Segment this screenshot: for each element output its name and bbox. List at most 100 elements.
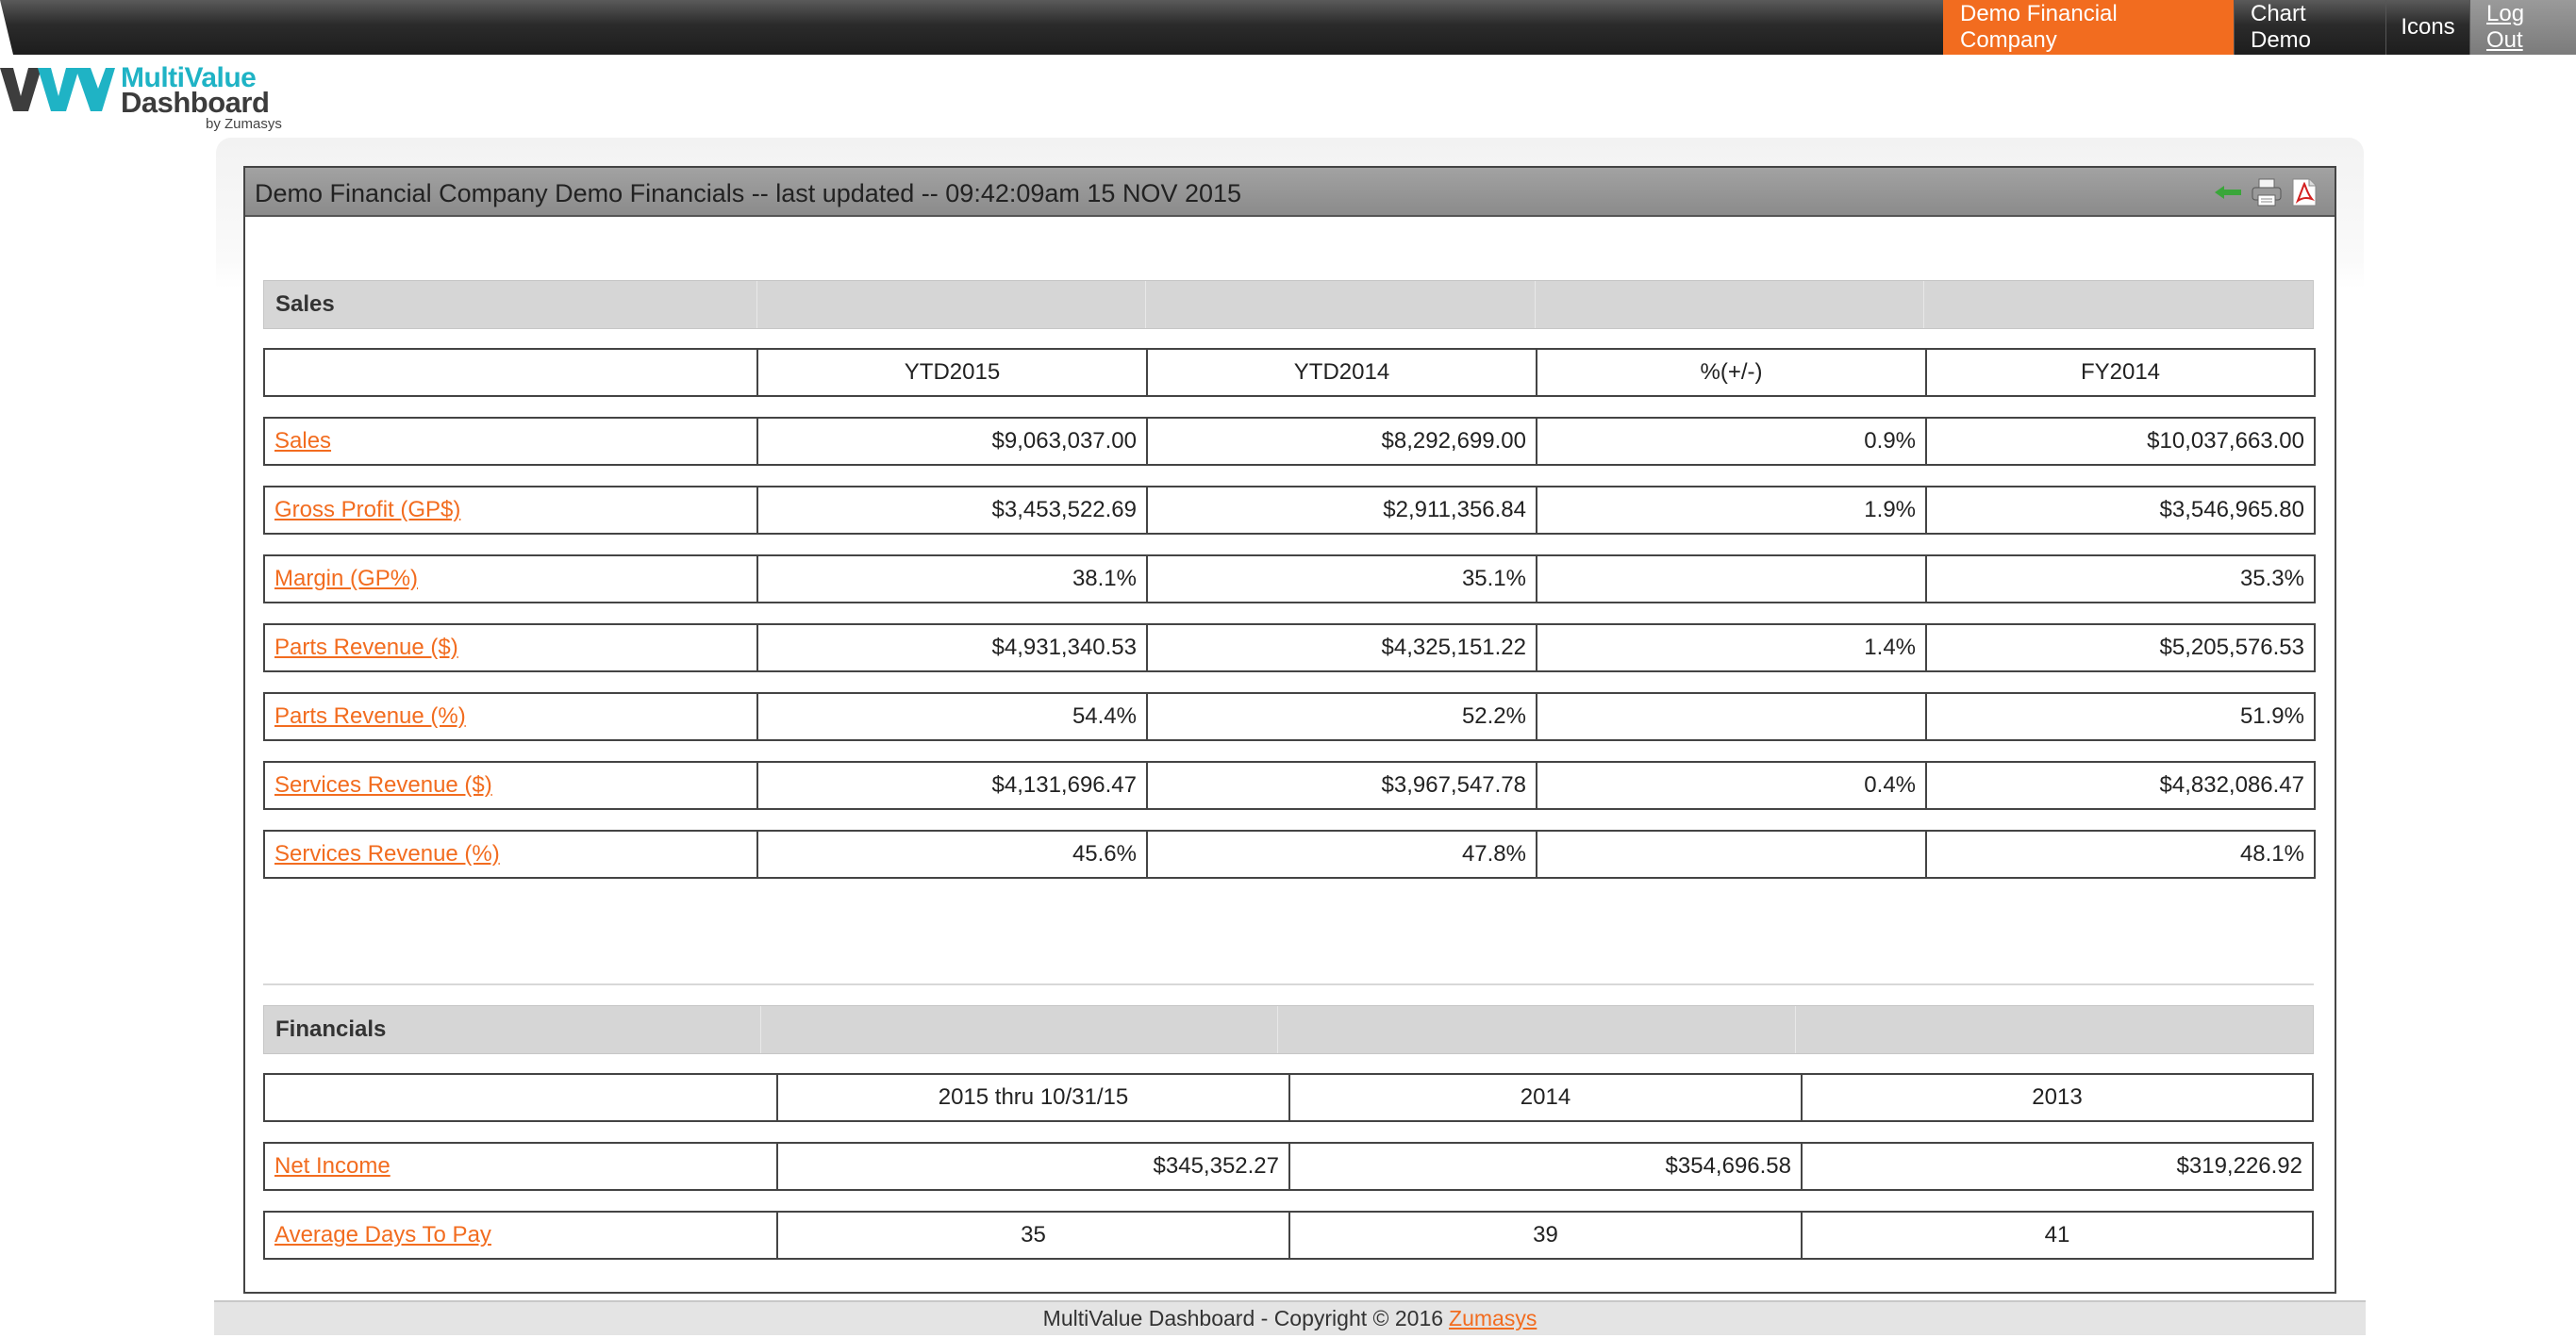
column-header-blank	[263, 348, 758, 397]
value-ytd2014: 52.2%	[1146, 692, 1537, 741]
value-ytd2015: 38.1%	[756, 554, 1148, 603]
nav-chart-demo[interactable]: Chart Demo	[2234, 0, 2385, 55]
row-label-cell: Sales	[263, 417, 758, 466]
value-fy2014: 48.1%	[1925, 830, 2316, 879]
value-ytd2015: 45.6%	[756, 830, 1148, 879]
parts-revenue-percent-link[interactable]: Parts Revenue (%)	[274, 703, 466, 730]
row-label-cell: Net Income	[263, 1142, 778, 1191]
value-2014: 39	[1288, 1211, 1803, 1260]
value-2013: $319,226.92	[1801, 1142, 2314, 1191]
value-ytd2015: $4,131,696.47	[756, 761, 1148, 810]
value-pct-change: 1.9%	[1536, 486, 1927, 535]
services-revenue-percent-link[interactable]: Services Revenue (%)	[274, 841, 500, 867]
page-footer: MultiValue Dashboard - Copyright © 2016 …	[214, 1300, 2366, 1335]
nav-icons[interactable]: Icons	[2385, 0, 2469, 55]
column-header-2013: 2013	[1801, 1073, 2314, 1122]
table-row: Average Days To Pay 35 39 41	[263, 1211, 2314, 1260]
table-row: Net Income $345,352.27 $354,696.58 $319,…	[263, 1142, 2314, 1191]
services-revenue-dollars-link[interactable]: Services Revenue ($)	[274, 772, 492, 799]
logo-subtitle: Dashboard	[121, 86, 270, 119]
table-row: Gross Profit (GP$) $3,453,522.69 $2,911,…	[263, 486, 2316, 535]
value-ytd2015: 54.4%	[756, 692, 1148, 741]
card-title: Demo Financial Company Demo Financials -…	[255, 179, 1242, 207]
row-label-cell: Gross Profit (GP$)	[263, 486, 758, 535]
value-ytd2015: $4,931,340.53	[756, 623, 1148, 672]
row-label-cell: Services Revenue ($)	[263, 761, 758, 810]
sales-header-blank	[1924, 281, 2313, 328]
value-ytd2014: $4,325,151.22	[1146, 623, 1537, 672]
financials-section-header: Financials	[263, 1005, 2314, 1054]
value-ytd2014: 35.1%	[1146, 554, 1537, 603]
app-logo[interactable]: MultiValue Dashboard by Zumasys	[0, 64, 292, 134]
footer-zumasys-link[interactable]: Zumasys	[1449, 1306, 1537, 1331]
sales-link[interactable]: Sales	[274, 428, 331, 454]
value-pct-change: 0.4%	[1536, 761, 1927, 810]
column-header-ytd2014: YTD2014	[1146, 348, 1537, 397]
parts-revenue-dollars-link[interactable]: Parts Revenue ($)	[274, 635, 458, 661]
value-2013: 41	[1801, 1211, 2314, 1260]
value-ytd2014: $3,967,547.78	[1146, 761, 1537, 810]
value-fy2014: $4,832,086.47	[1925, 761, 2316, 810]
column-header-2014: 2014	[1288, 1073, 1803, 1122]
nav-demo-financial-company[interactable]: Demo Financial Company	[1943, 0, 2234, 55]
table-row: Parts Revenue ($) $4,931,340.53 $4,325,1…	[263, 623, 2316, 672]
table-row: Sales $9,063,037.00 $8,292,699.00 0.9% $…	[263, 417, 2316, 466]
financials-header-blank	[761, 1006, 1279, 1053]
value-ytd2014: $2,911,356.84	[1146, 486, 1537, 535]
row-label-cell: Parts Revenue (%)	[263, 692, 758, 741]
value-pct-change: 0.9%	[1536, 417, 1927, 466]
value-fy2014: $10,037,663.00	[1925, 417, 2316, 466]
table-row: Parts Revenue (%) 54.4% 52.2% 51.9%	[263, 692, 2316, 741]
value-fy2014: 35.3%	[1925, 554, 2316, 603]
logo-byline: by Zumasys	[206, 116, 282, 132]
value-ytd2015: $3,453,522.69	[756, 486, 1148, 535]
card-header-actions	[2214, 177, 2319, 207]
back-arrow-icon[interactable]	[2214, 177, 2244, 207]
table-row: Services Revenue (%) 45.6% 47.8% 48.1%	[263, 830, 2316, 879]
section-divider	[263, 983, 2314, 985]
column-header-blank	[263, 1073, 778, 1122]
nav-log-out[interactable]: Log Out	[2469, 0, 2576, 55]
print-icon[interactable]	[2252, 177, 2282, 207]
value-pct-change: 1.4%	[1536, 623, 1927, 672]
card-header: Demo Financial Company Demo Financials -…	[245, 168, 2335, 217]
table-row: Services Revenue ($) $4,131,696.47 $3,96…	[263, 761, 2316, 810]
value-pct-change	[1536, 554, 1927, 603]
main-nav: Demo Financial Company Chart Demo Icons …	[1943, 0, 2576, 55]
value-pct-change	[1536, 830, 1927, 879]
nav-corner-decoration	[0, 0, 13, 55]
sales-section-title: Sales	[264, 281, 757, 328]
margin-link[interactable]: Margin (GP%)	[274, 566, 418, 592]
sales-header-blank	[757, 281, 1147, 328]
top-nav-bar: Demo Financial Company Chart Demo Icons …	[0, 0, 2576, 55]
sales-header-blank	[1146, 281, 1536, 328]
financials-header-blank	[1278, 1006, 1796, 1053]
pdf-icon[interactable]	[2289, 177, 2319, 207]
value-ytd2015: $9,063,037.00	[756, 417, 1148, 466]
value-2014: $354,696.58	[1288, 1142, 1803, 1191]
mv-logo-mark-icon	[0, 68, 115, 111]
value-fy2014: $5,205,576.53	[1925, 623, 2316, 672]
row-label-cell: Average Days To Pay	[263, 1211, 778, 1260]
sales-header-blank	[1536, 281, 1925, 328]
column-header-2015-thru: 2015 thru 10/31/15	[776, 1073, 1290, 1122]
financials-section-title: Financials	[264, 1006, 761, 1053]
gross-profit-link[interactable]: Gross Profit (GP$)	[274, 497, 460, 523]
financials-header-blank	[1796, 1006, 2314, 1053]
table-row: Margin (GP%) 38.1% 35.1% 35.3%	[263, 554, 2316, 603]
column-header-ytd2015: YTD2015	[756, 348, 1148, 397]
row-label-cell: Parts Revenue ($)	[263, 623, 758, 672]
value-fy2014: $3,546,965.80	[1925, 486, 2316, 535]
column-header-fy2014: FY2014	[1925, 348, 2316, 397]
value-pct-change	[1536, 692, 1927, 741]
row-label-cell: Margin (GP%)	[263, 554, 758, 603]
net-income-link[interactable]: Net Income	[274, 1153, 391, 1180]
value-fy2014: 51.9%	[1925, 692, 2316, 741]
value-2015: 35	[776, 1211, 1290, 1260]
column-header-pct-change: %(+/-)	[1536, 348, 1927, 397]
value-2015: $345,352.27	[776, 1142, 1290, 1191]
value-ytd2014: 47.8%	[1146, 830, 1537, 879]
average-days-to-pay-link[interactable]: Average Days To Pay	[274, 1222, 491, 1248]
footer-copyright: MultiValue Dashboard - Copyright © 2016	[1042, 1306, 1444, 1330]
financials-column-headers: 2015 thru 10/31/15 2014 2013	[263, 1073, 2314, 1122]
